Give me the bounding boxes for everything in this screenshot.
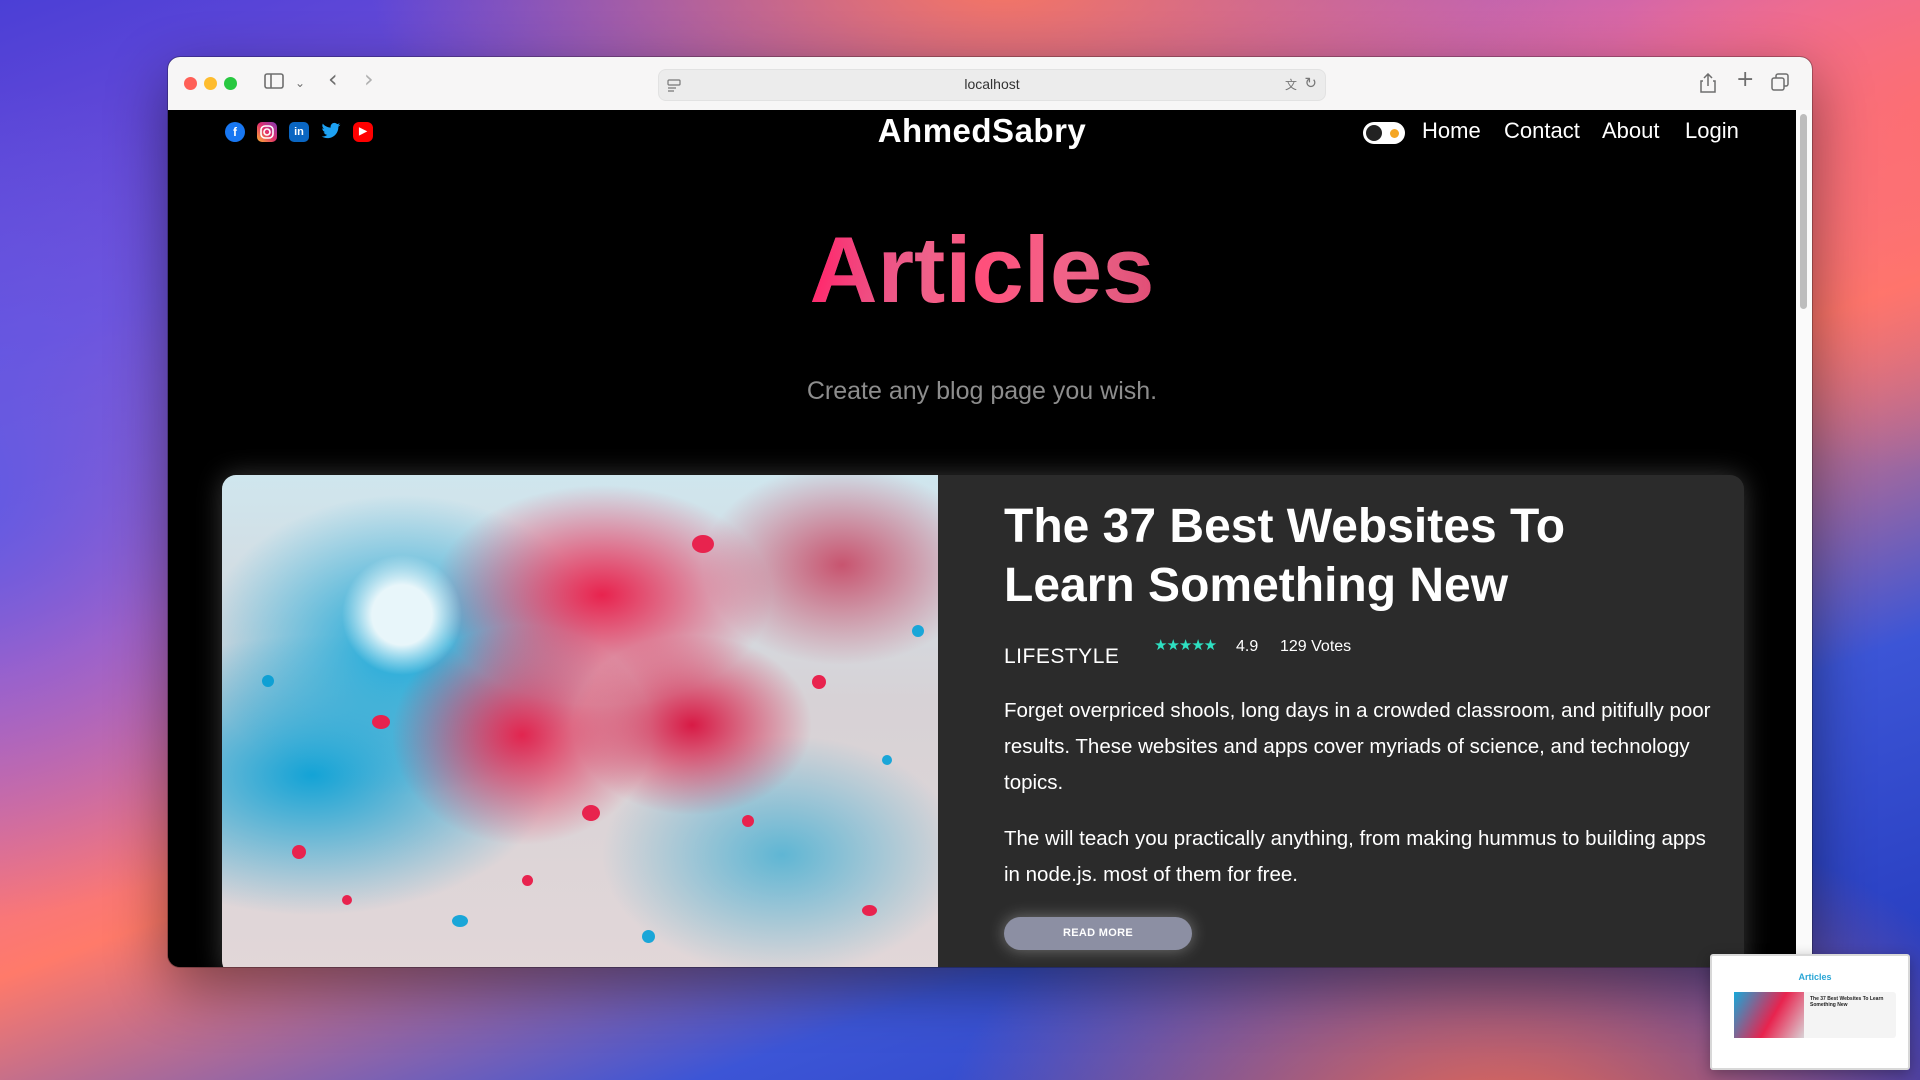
address-bar[interactable]: localhost 文 ↻ — [658, 69, 1326, 101]
page-scrollbar[interactable] — [1796, 110, 1812, 967]
screenshot-thumbnail[interactable]: Articles The 37 Best Websites To Learn S… — [1710, 954, 1910, 1070]
zoom-window-button[interactable] — [224, 77, 237, 90]
article-category: LIFESTYLE — [1004, 645, 1120, 668]
nav-login-link[interactable]: Login — [1685, 116, 1739, 146]
url-text: localhost — [964, 76, 1020, 92]
nav-contact-link[interactable]: Contact — [1504, 116, 1580, 146]
browser-window: ⌄ ‹ › localhost 文 ↻ + f in ▶ AhmedSabry — [168, 57, 1812, 967]
nav-home-link[interactable]: Home — [1422, 116, 1481, 146]
back-icon[interactable]: ‹ — [328, 67, 338, 91]
thumbnail-page: Articles The 37 Best Websites To Learn S… — [1728, 962, 1902, 1062]
article-image[interactable] — [222, 475, 938, 967]
chevron-down-icon[interactable]: ⌄ — [295, 73, 305, 93]
share-icon[interactable] — [1700, 72, 1716, 98]
browser-toolbar: ⌄ ‹ › localhost 文 ↻ + — [168, 57, 1812, 111]
article-paragraph-1: Forget overpriced shools, long days in a… — [1004, 699, 1711, 794]
forward-icon[interactable]: › — [364, 67, 374, 91]
scrollbar-thumb[interactable] — [1800, 114, 1807, 309]
thumbnail-article-title: The 37 Best Websites To Learn Something … — [1810, 996, 1884, 1008]
new-tab-icon[interactable]: + — [1736, 69, 1754, 91]
toggle-knob — [1366, 125, 1382, 141]
page-title: Articles — [168, 210, 1796, 330]
tab-overview-icon[interactable] — [1771, 73, 1789, 96]
thumbnail-image — [1734, 992, 1804, 1038]
article-title[interactable]: The 37 Best Websites To Learn Something … — [1004, 497, 1684, 615]
read-more-button[interactable]: READ MORE — [1004, 917, 1192, 950]
sidebar-toggle-icon[interactable] — [264, 73, 284, 94]
rating-value: 4.9 — [1236, 638, 1259, 655]
votes-count: 129 Votes — [1280, 638, 1352, 655]
minimize-window-button[interactable] — [204, 77, 217, 90]
page-subtitle: Create any blog page you wish. — [806, 377, 1158, 405]
article-paragraph-2: The will teach you practically anything,… — [1004, 827, 1706, 886]
rating-stars-icon: ★★★★★ — [1154, 636, 1217, 654]
translate-icon[interactable]: 文 — [1285, 76, 1297, 93]
nav-about-link[interactable]: About — [1602, 116, 1660, 146]
article-card: The 37 Best Websites To Learn Something … — [222, 475, 1744, 967]
theme-toggle[interactable] — [1363, 122, 1405, 144]
page-content: f in ▶ AhmedSabry Home Contact About Log… — [168, 110, 1796, 967]
sun-icon — [1390, 129, 1399, 138]
reload-icon[interactable]: ↻ — [1304, 74, 1317, 92]
close-window-button[interactable] — [184, 77, 197, 90]
thumbnail-title: Articles — [1798, 972, 1832, 982]
